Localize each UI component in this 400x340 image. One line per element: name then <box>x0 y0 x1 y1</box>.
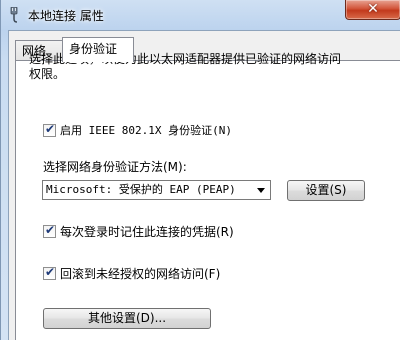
auth-method-label: 选择网络身份验证方法(M): <box>43 160 187 174</box>
tab-authentication[interactable]: 身份验证 <box>62 37 134 62</box>
other-settings-button[interactable]: 其他设置(D)... <box>43 308 211 329</box>
properties-window: 本地连接 属性 ✕ 网络 身份验证 选择此选项，以便为此以太网适配器提供已验证的… <box>0 0 400 340</box>
network-plug-icon <box>10 7 18 23</box>
checkmark-icon: ✔ <box>45 222 56 237</box>
auth-method-select[interactable]: Microsoft: 受保护的 EAP (PEAP) <box>42 180 271 200</box>
checkmark-icon: ✔ <box>45 121 56 136</box>
fallback-unauthorized-label: 回滚到未经授权的网络访问(F) <box>60 266 221 281</box>
settings-button[interactable]: 设置(S) <box>287 180 365 201</box>
close-button[interactable]: ✕ <box>345 0 400 20</box>
chevron-down-icon <box>257 188 265 193</box>
enable-8021x-row[interactable]: ✔ 启用 IEEE 802.1X 身份验证(N) <box>43 121 232 137</box>
close-icon: ✕ <box>367 1 379 17</box>
remember-credentials-row[interactable]: ✔ 每次登录时记住此连接的凭据(R) <box>43 222 234 239</box>
checkmark-icon: ✔ <box>45 264 56 279</box>
fallback-unauthorized-row[interactable]: ✔ 回滚到未经授权的网络访问(F) <box>43 264 221 281</box>
auth-method-value: Microsoft: 受保护的 EAP (PEAP) <box>46 183 236 196</box>
enable-8021x-checkbox[interactable]: ✔ <box>43 121 56 137</box>
remember-credentials-label: 每次登录时记住此连接的凭据(R) <box>60 224 234 239</box>
window-title: 本地连接 属性 <box>28 9 104 23</box>
enable-8021x-label: 启用 IEEE 802.1X 身份验证(N) <box>60 124 232 137</box>
fallback-unauthorized-checkbox[interactable]: ✔ <box>43 264 56 280</box>
title-bar[interactable]: 本地连接 属性 ✕ <box>1 0 400 30</box>
remember-credentials-checkbox[interactable]: ✔ <box>43 222 56 238</box>
